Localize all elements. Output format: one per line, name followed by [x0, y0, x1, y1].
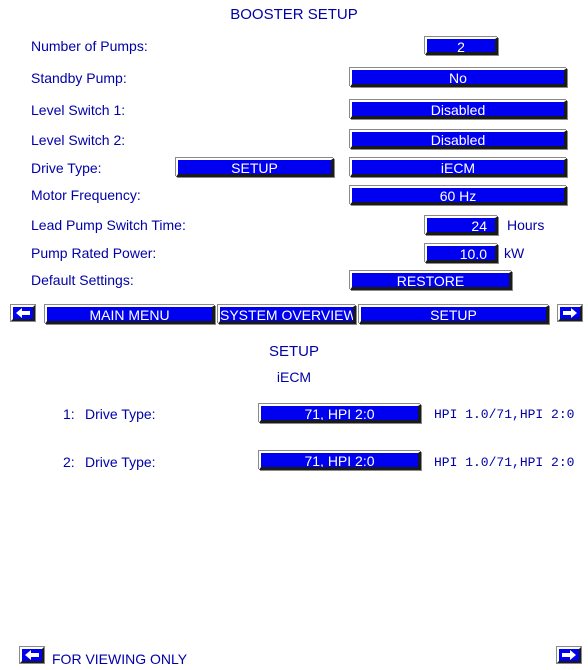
lead-pump-switch-time-label: Lead Pump Switch Time: [31, 217, 186, 233]
standby-pump-field[interactable]: No [350, 68, 567, 87]
setup-panel-subtitle: iECM [276, 369, 312, 385]
page-title: BOOSTER SETUP [230, 6, 358, 23]
number-of-pumps-field[interactable]: 2 [425, 37, 498, 55]
restore-button[interactable]: RESTORE [350, 271, 512, 290]
system-overview-button[interactable]: SYSTEM OVERVIEW [218, 305, 356, 324]
motor-frequency-label: Motor Frequency: [31, 187, 141, 203]
level-switch-1-field[interactable]: Disabled [350, 100, 567, 119]
standby-pump-label: Standby Pump: [31, 70, 127, 86]
number-of-pumps-label: Number of Pumps: [31, 38, 148, 54]
next-arrow-button[interactable] [558, 305, 582, 321]
drive-type-field[interactable]: iECM [350, 158, 567, 177]
default-settings-label: Default Settings: [31, 272, 134, 288]
level-switch-1-label: Level Switch 1: [31, 102, 126, 118]
drive-options-text: HPI 1.0/71,HPI 2:0 [434, 455, 575, 470]
drive-options-text: HPI 1.0/71,HPI 2:0 [434, 407, 575, 422]
right-arrow-icon [560, 308, 580, 318]
drive-type-1-field[interactable]: 71, HPI 2:0 [259, 404, 421, 423]
level-switch-2-field[interactable]: Disabled [350, 130, 567, 149]
footer-prev-arrow-button[interactable] [20, 647, 44, 663]
drive-row-label: Drive Type: [85, 454, 156, 470]
right-arrow-icon [559, 650, 579, 660]
left-arrow-icon [13, 308, 33, 318]
setup-panel-title: SETUP [268, 343, 319, 360]
drive-type-2-field[interactable]: 71, HPI 2:0 [259, 451, 421, 470]
prev-arrow-button[interactable] [11, 305, 35, 321]
footer-next-arrow-button[interactable] [557, 647, 581, 663]
motor-frequency-field[interactable]: 60 Hz [350, 186, 567, 205]
viewing-only-notice: FOR VIEWING ONLY [52, 651, 188, 667]
drive-type-setup-button[interactable]: SETUP [176, 158, 334, 177]
drive-row-label: Drive Type: [85, 406, 156, 422]
left-arrow-icon [22, 650, 42, 660]
kw-unit-label: kW [504, 245, 525, 261]
level-switch-2-label: Level Switch 2: [31, 132, 126, 148]
drive-type-label: Drive Type: [31, 160, 102, 176]
pump-rated-power-label: Pump Rated Power: [31, 245, 157, 261]
lead-pump-switch-time-field[interactable]: 24 [425, 216, 498, 235]
main-menu-button[interactable]: MAIN MENU [45, 305, 215, 324]
pump-rated-power-field[interactable]: 10.0 [425, 244, 498, 263]
drive-row-index: 1: [63, 406, 75, 422]
hours-unit-label: Hours [507, 217, 545, 233]
setup-nav-button[interactable]: SETUP [359, 305, 549, 324]
drive-row-index: 2: [63, 454, 75, 470]
